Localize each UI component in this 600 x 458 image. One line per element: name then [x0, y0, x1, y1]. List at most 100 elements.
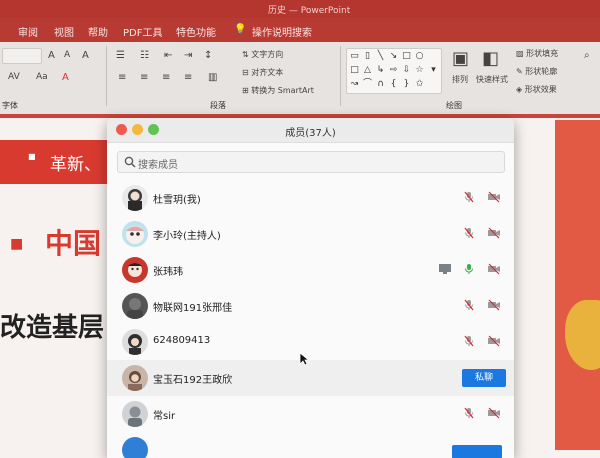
member-row[interactable]: 宝玉石192王政欣 私聊 [107, 360, 514, 396]
bullets-icon[interactable]: ☰ [116, 50, 125, 61]
align-left-icon[interactable]: ≡ [118, 72, 126, 83]
change-case-icon[interactable]: Aa [36, 72, 48, 82]
mic-muted-icon[interactable] [462, 407, 476, 419]
increase-indent-icon[interactable]: ⇥ [184, 50, 192, 61]
triangle-shape-icon[interactable]: △ [362, 65, 373, 75]
align-center-icon[interactable]: ≡ [140, 72, 148, 83]
find-icon[interactable]: ⌕ [584, 50, 590, 61]
arc-shape-icon[interactable]: ∩ [375, 79, 386, 89]
font-size-dropdown[interactable] [2, 48, 42, 64]
align-text-label: 对齐文本 [251, 68, 284, 77]
member-row[interactable]: 624809413 [107, 324, 514, 360]
clear-format-icon[interactable]: A [82, 50, 89, 61]
private-chat-button[interactable]: 私聊 [462, 369, 506, 387]
columns-icon[interactable]: ▥ [208, 72, 217, 83]
arrow-down-shape-icon[interactable]: ⇩ [401, 65, 412, 75]
member-search-input[interactable]: 搜索成员 [117, 151, 505, 173]
font-color-icon[interactable]: A [62, 72, 69, 83]
member-row[interactable]: 李小玲(主持人) [107, 216, 514, 252]
justify-icon[interactable]: ≡ [184, 72, 192, 83]
camera-off-icon[interactable] [487, 263, 501, 275]
rect-shape-icon[interactable]: □ [349, 65, 360, 75]
mic-muted-icon[interactable] [462, 191, 476, 203]
increase-font-icon[interactable]: A [48, 50, 55, 61]
paragraph-group-label: 段落 [210, 101, 226, 110]
font-group-label: 字体 [2, 101, 18, 110]
member-row[interactable]: 物联网191张邢佳 [107, 288, 514, 324]
member-row[interactable]: 杜雪玥(我) [107, 180, 514, 216]
oval-shape-icon[interactable]: ○ [414, 51, 425, 61]
shapes-gallery[interactable]: ▭ ▯ ╲ ↘ □ ○ □ △ ↳ ⇨ ⇩ ☆ ↝ ⌒ ∩ { } ✩ ▾ [346, 48, 442, 94]
quick-styles-label[interactable]: 快速样式 [476, 74, 508, 85]
slide-line-3: 改造基层 [0, 313, 105, 343]
avatar [122, 293, 148, 319]
camera-off-icon[interactable] [487, 191, 501, 203]
action-button-partial[interactable] [452, 445, 502, 458]
convert-smartart-label: 转换为 SmartArt [251, 86, 314, 95]
tab-special-features[interactable]: 特色功能 [176, 24, 216, 39]
slide-line-2: 中国 [45, 227, 102, 260]
mic-muted-icon[interactable] [462, 335, 476, 347]
dialog-titlebar: 成员(37人) [107, 118, 514, 143]
avatar [122, 365, 148, 391]
freeform-shape-icon[interactable]: ↝ [349, 79, 360, 89]
arrange-icon[interactable]: ▣ [452, 48, 469, 69]
search-placeholder: 搜索成员 [138, 160, 178, 171]
member-name: 张玮玮 [153, 267, 183, 278]
window-title: 历史 — PowerPoint [268, 6, 351, 16]
tell-me-search[interactable]: 操作说明搜索 [252, 24, 312, 39]
smartart-icon: ⊞ [242, 86, 252, 95]
member-name: 常sir [153, 411, 176, 422]
tab-review[interactable]: 审阅 [18, 24, 38, 39]
camera-off-icon[interactable] [487, 407, 501, 419]
camera-off-icon[interactable] [487, 335, 501, 347]
member-list[interactable]: 杜雪玥(我) 李小玲(主持人) 张玮玮 物联网191张邢佳 624809413 … [107, 180, 514, 458]
member-name: 杜雪玥(我) [153, 195, 201, 206]
shape-fill-label: 形状填充 [526, 49, 559, 58]
arrow-line-shape-icon[interactable]: ↘ [388, 51, 399, 61]
numbering-icon[interactable]: ☷ [140, 50, 149, 61]
quick-styles-icon[interactable]: ◧ [482, 48, 499, 69]
member-row[interactable]: 常sir [107, 396, 514, 432]
camera-off-icon[interactable] [487, 227, 501, 239]
textbox-v-shape-icon[interactable]: ▯ [362, 51, 373, 61]
tab-view[interactable]: 视图 [54, 24, 74, 39]
mic-muted-icon[interactable] [462, 299, 476, 311]
member-name: 624809413 [153, 335, 211, 346]
line-spacing-icon[interactable]: ↕ [204, 50, 212, 61]
rectangle-shape-icon[interactable]: □ [401, 51, 412, 61]
convert-smartart-button[interactable]: ⊞ 转换为 SmartArt [242, 85, 314, 96]
arrow-right-shape-icon[interactable]: ⇨ [388, 65, 399, 75]
effects-icon: ◈ [516, 85, 525, 94]
decrease-indent-icon[interactable]: ⇤ [164, 50, 172, 61]
shape-outline-button[interactable]: ✎ 形状轮廓 [516, 66, 557, 77]
brace-left-shape-icon[interactable]: { [388, 79, 399, 89]
bent-arrow-shape-icon[interactable]: ↳ [375, 65, 386, 75]
tab-pdf-tools[interactable]: PDF工具 [123, 24, 162, 39]
avatar [122, 329, 148, 355]
lightbulb-icon: 💡 [234, 24, 247, 35]
mic-on-icon[interactable] [462, 263, 476, 275]
textbox-shape-icon[interactable]: ▭ [349, 51, 360, 61]
star2-shape-icon[interactable]: ✩ [414, 79, 425, 89]
gallery-more-icon[interactable]: ▾ [428, 65, 439, 75]
shape-fill-button[interactable]: ▨ 形状填充 [516, 48, 558, 59]
text-direction-button[interactable]: ⇅ 文字方向 [242, 49, 283, 60]
member-row[interactable]: 张玮玮 [107, 252, 514, 288]
ribbon-separator [106, 46, 107, 106]
mic-muted-icon[interactable] [462, 227, 476, 239]
ribbon-tabs: 审阅 视图 帮助 PDF工具 特色功能 💡 操作说明搜索 [0, 18, 600, 42]
tab-help[interactable]: 帮助 [88, 24, 108, 39]
align-right-icon[interactable]: ≡ [162, 72, 170, 83]
screen-share-icon[interactable] [438, 263, 452, 275]
decrease-font-icon[interactable]: A [64, 50, 70, 60]
curve-shape-icon[interactable]: ⌒ [362, 79, 373, 89]
brace-right-shape-icon[interactable]: } [401, 79, 412, 89]
camera-off-icon[interactable] [487, 299, 501, 311]
star-shape-icon[interactable]: ☆ [414, 65, 425, 75]
align-text-button[interactable]: ⊟ 对齐文本 [242, 67, 283, 78]
char-spacing-icon[interactable]: AV [8, 72, 20, 82]
arrange-label[interactable]: 排列 [452, 74, 468, 85]
shape-effects-button[interactable]: ◈ 形状效果 [516, 84, 557, 95]
line-shape-icon[interactable]: ╲ [375, 51, 386, 61]
